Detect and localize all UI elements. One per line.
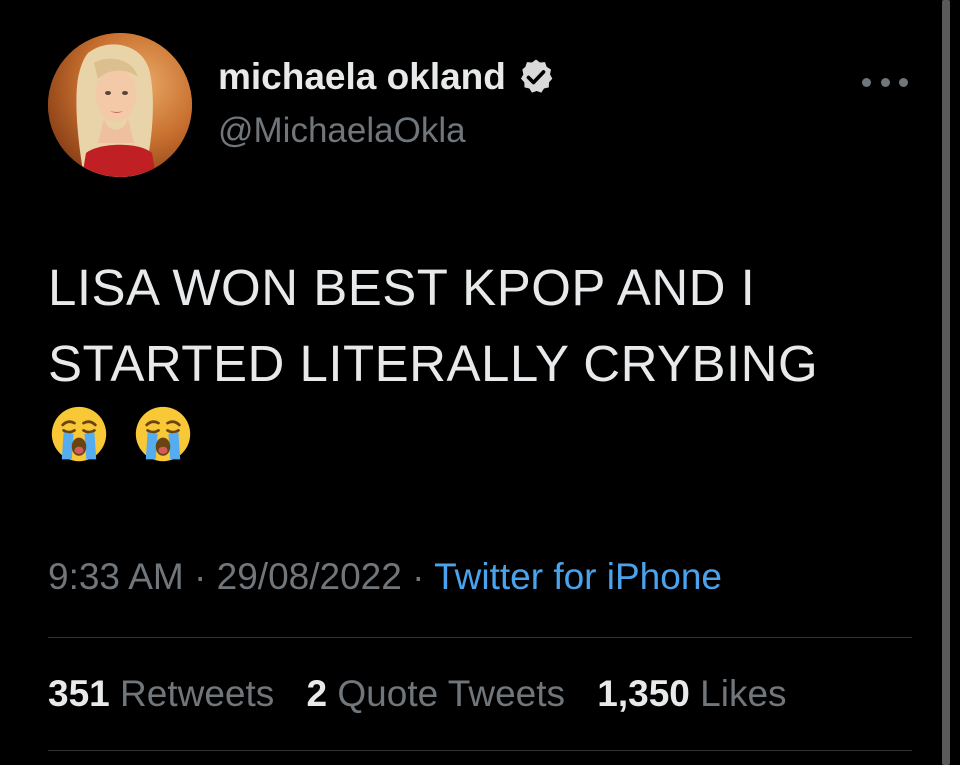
likes-count: 1,350: [597, 673, 690, 714]
quote-tweets-label: Quote Tweets: [337, 673, 566, 714]
likes-stat[interactable]: 1,350 Likes: [597, 673, 786, 714]
tweet-stats: 351 Retweets 2 Quote Tweets 1,350 Likes: [48, 673, 809, 715]
loudly-crying-face-icon: [51, 406, 107, 462]
more-dot: [880, 77, 890, 87]
more-dot: [862, 77, 871, 87]
quote-tweets-stat[interactable]: 2 Quote Tweets: [307, 673, 576, 714]
meta-separator: ·: [412, 556, 425, 597]
meta-separator: ·: [194, 556, 207, 597]
retweets-count: 351: [48, 673, 110, 714]
likes-label: Likes: [700, 673, 787, 714]
loudly-crying-face-icon: [135, 406, 191, 462]
tweet-time[interactable]: 9:33 AM: [48, 556, 184, 597]
tweet-date[interactable]: 29/08/2022: [217, 556, 402, 597]
divider: [48, 750, 912, 751]
tweet-emojis: [50, 405, 192, 469]
tweet-source-link[interactable]: Twitter for iPhone: [434, 556, 722, 597]
divider: [48, 637, 912, 638]
tweet-meta: 9:33 AM · 29/08/2022 · Twitter for iPhon…: [48, 556, 722, 598]
display-name-text[interactable]: michaela okland: [218, 56, 506, 98]
avatar[interactable]: [48, 33, 192, 177]
scrollbar[interactable]: [942, 0, 950, 765]
more-options-icon[interactable]: [862, 62, 908, 102]
verified-badge-icon: [520, 59, 553, 93]
retweets-stat[interactable]: 351 Retweets: [48, 673, 285, 714]
tweet-text-line: LISA WON BEST KPOP AND I: [48, 259, 756, 316]
profile-photo: [48, 33, 192, 177]
quote-tweets-count: 2: [306, 673, 328, 714]
author-handle[interactable]: @MichaelaOkla: [218, 111, 466, 151]
tweet-detail: michaela okland @MichaelaOkla LISA WON B…: [0, 0, 960, 765]
tweet-text: LISA WON BEST KPOP AND I STARTED LITERAL…: [48, 250, 928, 402]
author-display-name[interactable]: michaela okland: [218, 56, 556, 98]
retweets-label: Retweets: [120, 673, 275, 714]
tweet-text-line: STARTED LITERALLY CRYBING: [48, 335, 819, 392]
more-dot: [899, 77, 908, 87]
